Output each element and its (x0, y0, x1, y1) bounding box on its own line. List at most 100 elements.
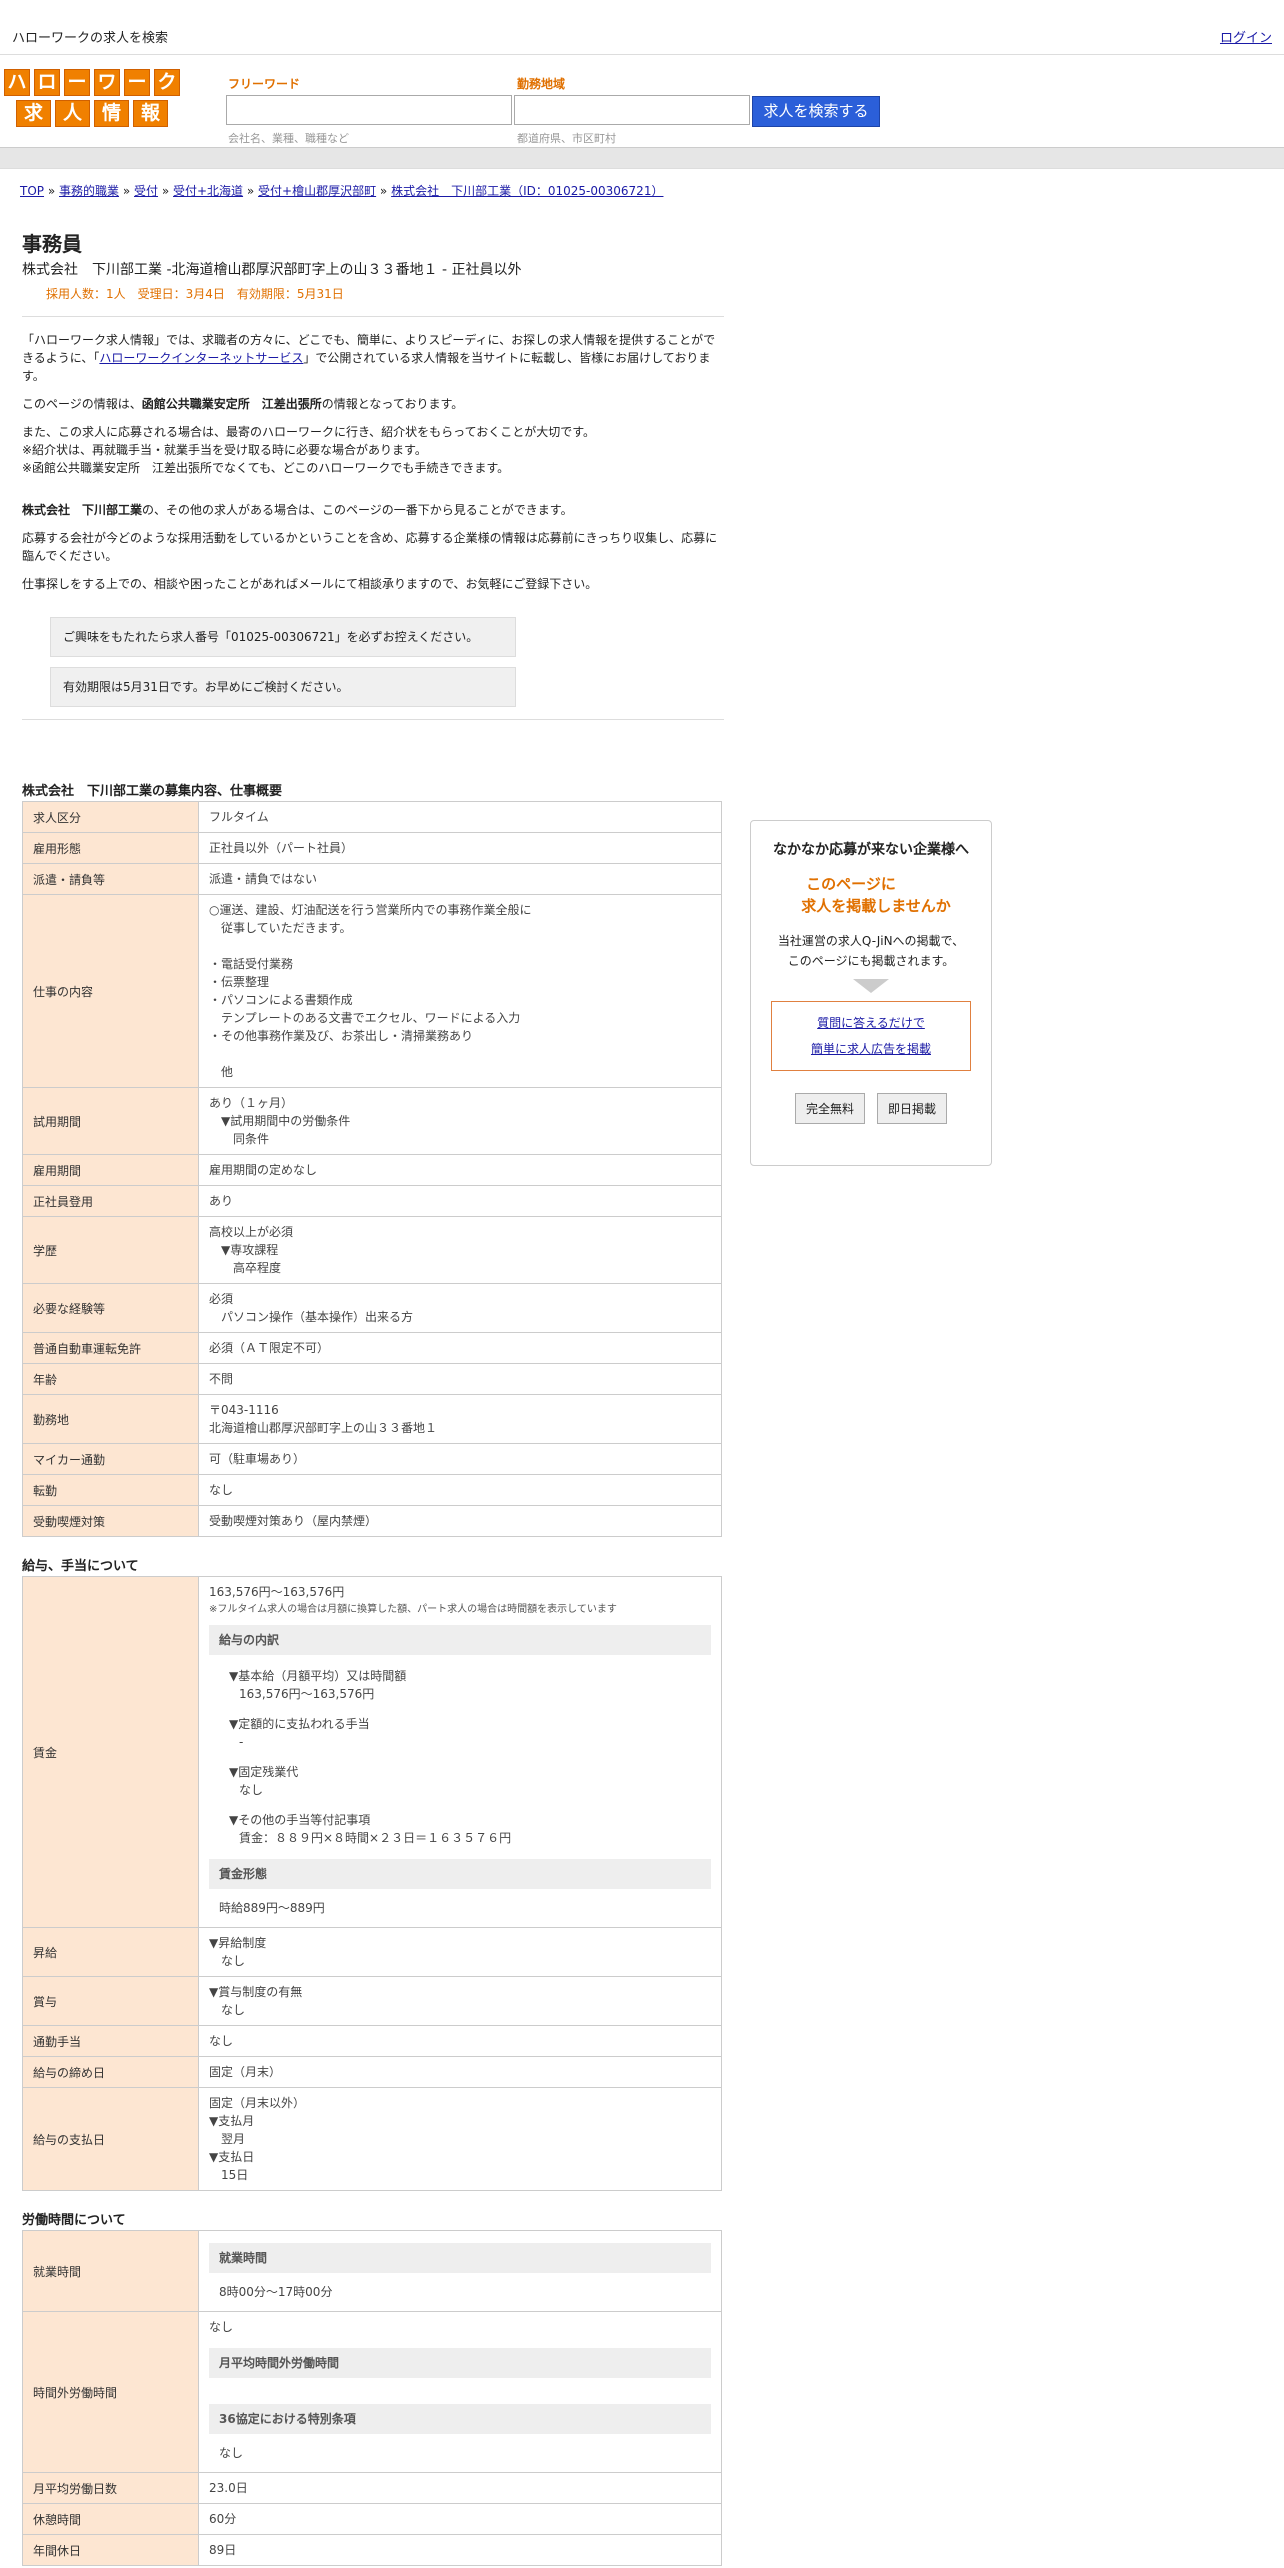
breadcrumb-link[interactable]: 事務的職業 (59, 184, 119, 198)
value-line: ▼賞与制度の有無 (209, 1985, 303, 1999)
wage-note: ※フルタイム求人の場合は月額に換算した額、パート求人の場合は時間額を表示していま… (209, 1604, 617, 1615)
ad-link[interactable]: 簡単に求人広告を掲載 (811, 1042, 931, 1056)
ad-desc-line: 当社運営の求人Q-JiNへの掲載で、 (777, 934, 965, 948)
main-content: 事務員 株式会社 下川部工業 -北海道檜山郡厚沢部町字上の山３３番地１ - 正社… (22, 228, 724, 2566)
ad-buttons: 完全無料 即日掲載 (751, 1093, 991, 1124)
divider (22, 719, 724, 720)
hellowork-logo[interactable]: ハ ロ ー ワ ー ク 求 人 情 報 (4, 69, 180, 127)
breadcrumb-link[interactable]: TOP (20, 184, 44, 198)
wage-form-value: 時給889円〜889円 (219, 1901, 325, 1915)
breadcrumb-link[interactable]: 受付+檜山郡厚沢部町 (258, 184, 376, 198)
job-title: 事務員 (22, 232, 82, 256)
free-button[interactable]: 完全無料 (794, 1093, 865, 1124)
table-row: 賞与 ▼賞与制度の有無 なし (22, 1976, 722, 2026)
table-row: 必要な経験等 必須 パソコン操作（基本操作）出来る方 (22, 1283, 722, 1333)
table-row: 派遣・請負等 派遣・請負ではない (22, 863, 722, 895)
logo-char: ク (154, 69, 180, 96)
breadcrumb-link[interactable]: 受付 (134, 184, 158, 198)
wage-form-heading: 賃金形態 (209, 1859, 711, 1889)
table-row: 普通自動車運転免許 必須（ＡＴ限定不可） (22, 1332, 722, 1364)
freeword-label: フリーワード (228, 77, 301, 91)
table-row: 学歴 高校以上が必須 ▼専攻課程 高卒程度 (22, 1216, 722, 1284)
row-key: 普通自動車運転免許 (22, 1332, 199, 1364)
row-key: 仕事の内容 (22, 894, 199, 1088)
wage-table: 賃金 163,576円〜163,576円 ※フルタイム求人の場合は月額に換算した… (22, 1576, 722, 2191)
row-key: 就業時間 (22, 2230, 199, 2312)
ad-sidebar: なかなか応募が来ない企業様へ このページに 求人を掲載しませんか 当社運営の求人… (750, 820, 992, 1166)
value-line: 高校以上が必須 (209, 1225, 294, 1239)
row-value: 必須 パソコン操作（基本操作）出来る方 (198, 1283, 722, 1333)
row-value: 派遣・請負ではない (198, 863, 722, 895)
logo-char: ワ (94, 69, 120, 96)
row-key: 派遣・請負等 (22, 863, 199, 895)
table-row: 転勤 なし (22, 1474, 722, 1506)
login-link[interactable]: ログイン (1220, 27, 1272, 46)
table-row: 昇給 ▼昇給制度 なし (22, 1927, 722, 1977)
value-line: 不問 (209, 1372, 234, 1386)
table-row: 通勤手当 なし (22, 2025, 722, 2057)
wage-value: 163,576円〜163,576円 ※フルタイム求人の場合は月額に換算した額、パ… (198, 1576, 722, 1928)
same-day-button[interactable]: 即日掲載 (877, 1093, 948, 1124)
table-row: 雇用形態 正社員以外（パート社員） (22, 832, 722, 864)
row-value: 雇用期間の定めなし (198, 1154, 722, 1186)
table-row: 雇用期間 雇用期間の定めなし (22, 1154, 722, 1186)
row-key: 賃金 (22, 1576, 199, 1928)
row-value: 〒043-1116 北海道檜山郡厚沢部町字上の山３３番地１ (198, 1394, 722, 1444)
office-name: 函館公共職業安定所 江差出張所 (141, 397, 322, 411)
row-key: 勤務地 (22, 1394, 199, 1444)
breadcrumb-link[interactable]: 株式会社 下川部工業（ID：01025-00306721） (391, 184, 663, 198)
logo-char: 求 (16, 100, 51, 127)
ot-avg-heading: 月平均時間外労働時間 (209, 2348, 711, 2378)
intro-paragraph: 「ハローワーク求人情報」では、求職者の方々に、どこでも、簡単に、よりスピーディに… (22, 331, 724, 385)
section-title-wage: 給与、手当について (22, 1559, 139, 1574)
row-key: 受動喫煙対策 (22, 1505, 199, 1537)
job-meta: 採用人数：1人 受理日：3月4日 有効期限：5月31日 (46, 287, 344, 301)
top-bar: ハローワークの求人を検索 ログイン (0, 0, 1284, 55)
office-paragraph: このページの情報は、函館公共職業安定所 江差出張所の情報となっております。 (22, 395, 724, 413)
value-line (209, 937, 711, 955)
value-line: なし (209, 1954, 246, 1968)
row-key: 年齢 (22, 1363, 199, 1395)
logo-char: 人 (55, 100, 90, 127)
row-key: 通勤手当 (22, 2025, 199, 2057)
row-value: ▼昇給制度 なし (198, 1927, 722, 1977)
breadcrumb-link[interactable]: 受付+北海道 (173, 184, 243, 198)
consult-paragraph: 仕事探しをする上での、相談や困ったことがあればメールにて相談承りますので、お気軽… (22, 577, 598, 591)
value-line: ▼支払日 (209, 2150, 255, 2164)
row-value: あり（１ヶ月） ▼試用期間中の労働条件 同条件 (198, 1087, 722, 1155)
area-input[interactable] (514, 95, 750, 125)
table-row: 勤務地 〒043-1116 北海道檜山郡厚沢部町字上の山３３番地１ (22, 1394, 722, 1444)
logo-char: ー (124, 69, 150, 96)
value-line: ・その他事務作業及び、お茶出し・清掃業務あり (209, 1029, 474, 1043)
ad-heading: なかなか応募が来ない企業様へ (773, 842, 969, 858)
freeword-input[interactable] (226, 95, 512, 125)
value-line: ▼支払月 (209, 2114, 255, 2128)
value-line: パソコン操作（基本操作）出来る方 (209, 1310, 414, 1324)
ad-link[interactable]: 質問に答えるだけで (817, 1016, 925, 1030)
hellowork-internet-link[interactable]: ハローワークインターネットサービス (99, 351, 303, 365)
row-value: あり (198, 1185, 722, 1217)
row-key: 雇用期間 (22, 1154, 199, 1186)
breakdown-value: 163,576円〜163,576円 (239, 1687, 375, 1701)
row-key: 昇給 (22, 1927, 199, 1977)
row-key: 給与の支払日 (22, 2087, 199, 2191)
table-row: 受動喫煙対策 受動喫煙対策あり（屋内禁煙） (22, 1505, 722, 1537)
value-line: 必須（ＡＴ限定不可） (209, 1341, 330, 1355)
table-row: 賃金 163,576円〜163,576円 ※フルタイム求人の場合は月額に換算した… (22, 1576, 722, 1928)
row-key: 賞与 (22, 1976, 199, 2026)
row-key: 月平均労働日数 (22, 2472, 199, 2504)
job-subtitle: 株式会社 下川部工業 -北海道檜山郡厚沢部町字上の山３３番地１ - 正社員以外 (22, 262, 522, 278)
breadcrumb: TOP » 事務的職業 » 受付 » 受付+北海道 » 受付+檜山郡厚沢部町 »… (20, 184, 664, 198)
breakdown-item: ▼その他の手当等付記事項 (229, 1813, 371, 1827)
value-line: 正社員以外（パート社員） (209, 841, 354, 855)
search-button[interactable]: 求人を検索する (752, 96, 880, 127)
table-row: 正社員登用 あり (22, 1185, 722, 1217)
row-key: 必要な経験等 (22, 1283, 199, 1333)
notice-expiry: 有効期限は5月31日です。お早めにご検討ください。 (50, 667, 516, 707)
row-key: 年間休日 (22, 2534, 199, 2566)
ot-special-value: なし (219, 2446, 244, 2460)
row-value: 不問 (198, 1363, 722, 1395)
table-row: 求人区分 フルタイム (22, 801, 722, 833)
value-line: 他 (209, 1065, 234, 1079)
logo-row-2: 求 人 情 報 (4, 100, 180, 127)
